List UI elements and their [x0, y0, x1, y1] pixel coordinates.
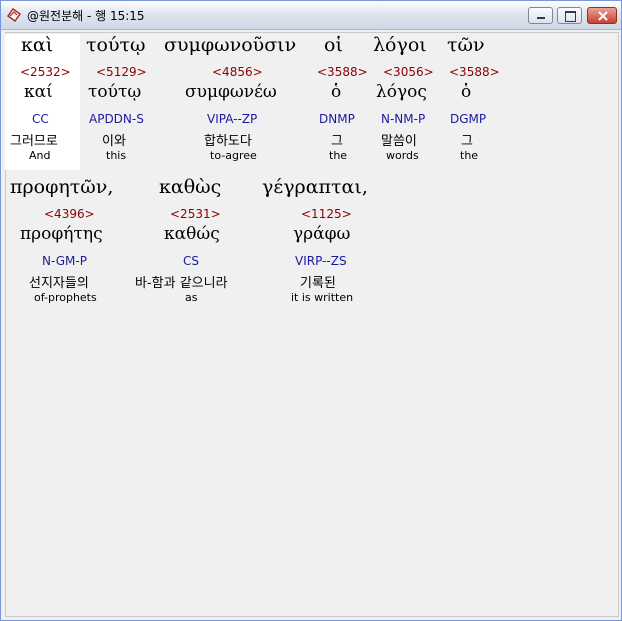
english-gloss: to-agree	[210, 149, 257, 162]
greek-word: γέγραπται,	[262, 176, 368, 198]
english-gloss: And	[29, 149, 51, 162]
strong-number: <4396>	[44, 207, 95, 221]
english-gloss: words	[386, 149, 419, 162]
window-title: @원전분해 - 행 15:15	[27, 9, 145, 23]
korean-gloss: 바-함과 같으니라	[135, 276, 228, 291]
korean-gloss: 선지자들의	[29, 276, 89, 291]
parsing-code: DNMP	[319, 112, 355, 126]
close-button[interactable]	[587, 7, 617, 24]
english-gloss: as	[185, 291, 198, 304]
app-icon[interactable]	[6, 7, 22, 23]
strong-number: <1125>	[301, 207, 352, 221]
english-gloss: it is written	[291, 291, 354, 304]
lemma: ὁ	[461, 82, 472, 102]
greek-word: συμφωνοῦσιν	[164, 34, 297, 56]
english-gloss: of-prophets	[34, 291, 97, 304]
parsing-code: VIRP--ZS	[295, 254, 347, 268]
minimize-button[interactable]	[528, 7, 553, 24]
strong-number: <2531>	[170, 207, 221, 221]
strong-number: <3588>	[449, 65, 500, 79]
strong-number: <4856>	[212, 65, 263, 79]
maximize-icon	[565, 11, 576, 22]
korean-gloss: 이와	[102, 134, 126, 149]
english-gloss: this	[106, 149, 127, 162]
parsing-code: VIPA--ZP	[207, 112, 258, 126]
close-icon	[598, 11, 608, 21]
strong-number: <2532>	[20, 65, 71, 79]
greek-word: λόγοι	[373, 34, 427, 56]
maximize-button[interactable]	[557, 7, 582, 24]
parsing-code: CC	[32, 112, 49, 126]
parsing-code: N-GM-P	[42, 254, 87, 268]
korean-gloss: 합하도다	[204, 134, 252, 149]
greek-word: προφητῶν,	[10, 176, 114, 198]
title-bar[interactable]: @원전분해 - 행 15:15	[1, 1, 621, 30]
greek-word: τῶν	[447, 34, 485, 56]
korean-gloss: 말씀이	[381, 134, 417, 149]
lemma: ὁ	[331, 82, 342, 102]
minimize-icon	[537, 17, 545, 19]
parsing-code: APDDN-S	[89, 112, 144, 126]
parsing-code: CS	[183, 254, 199, 268]
lemma: καθώς	[164, 224, 220, 244]
greek-word: οἱ	[324, 34, 343, 56]
english-gloss: the	[329, 149, 348, 162]
korean-gloss: 그러므로	[10, 134, 58, 149]
greek-word: τούτῳ	[86, 34, 146, 56]
lemma: τούτῳ	[88, 82, 142, 102]
english-gloss: the	[460, 149, 479, 162]
lemma: συμφωνέω	[185, 82, 277, 102]
strong-number: <3056>	[383, 65, 434, 79]
korean-gloss: 기록된	[300, 276, 336, 291]
greek-word: καὶ	[21, 34, 54, 56]
app-window: @원전분해 - 행 15:15 καὶ <2532> καί CC 그러므로 A…	[0, 0, 622, 621]
korean-gloss: 그	[331, 134, 343, 149]
strong-number: <3588>	[317, 65, 368, 79]
parsing-code: N-NM-P	[381, 112, 426, 126]
lemma: καί	[24, 82, 53, 102]
lemma: προφήτης	[20, 224, 103, 244]
greek-word: καθὼς	[159, 176, 222, 198]
korean-gloss: 그	[461, 134, 473, 149]
lemma: γράφω	[293, 224, 351, 244]
strong-number: <5129>	[96, 65, 147, 79]
parsing-code: DGMP	[450, 112, 487, 126]
lemma: λόγος	[376, 82, 427, 102]
